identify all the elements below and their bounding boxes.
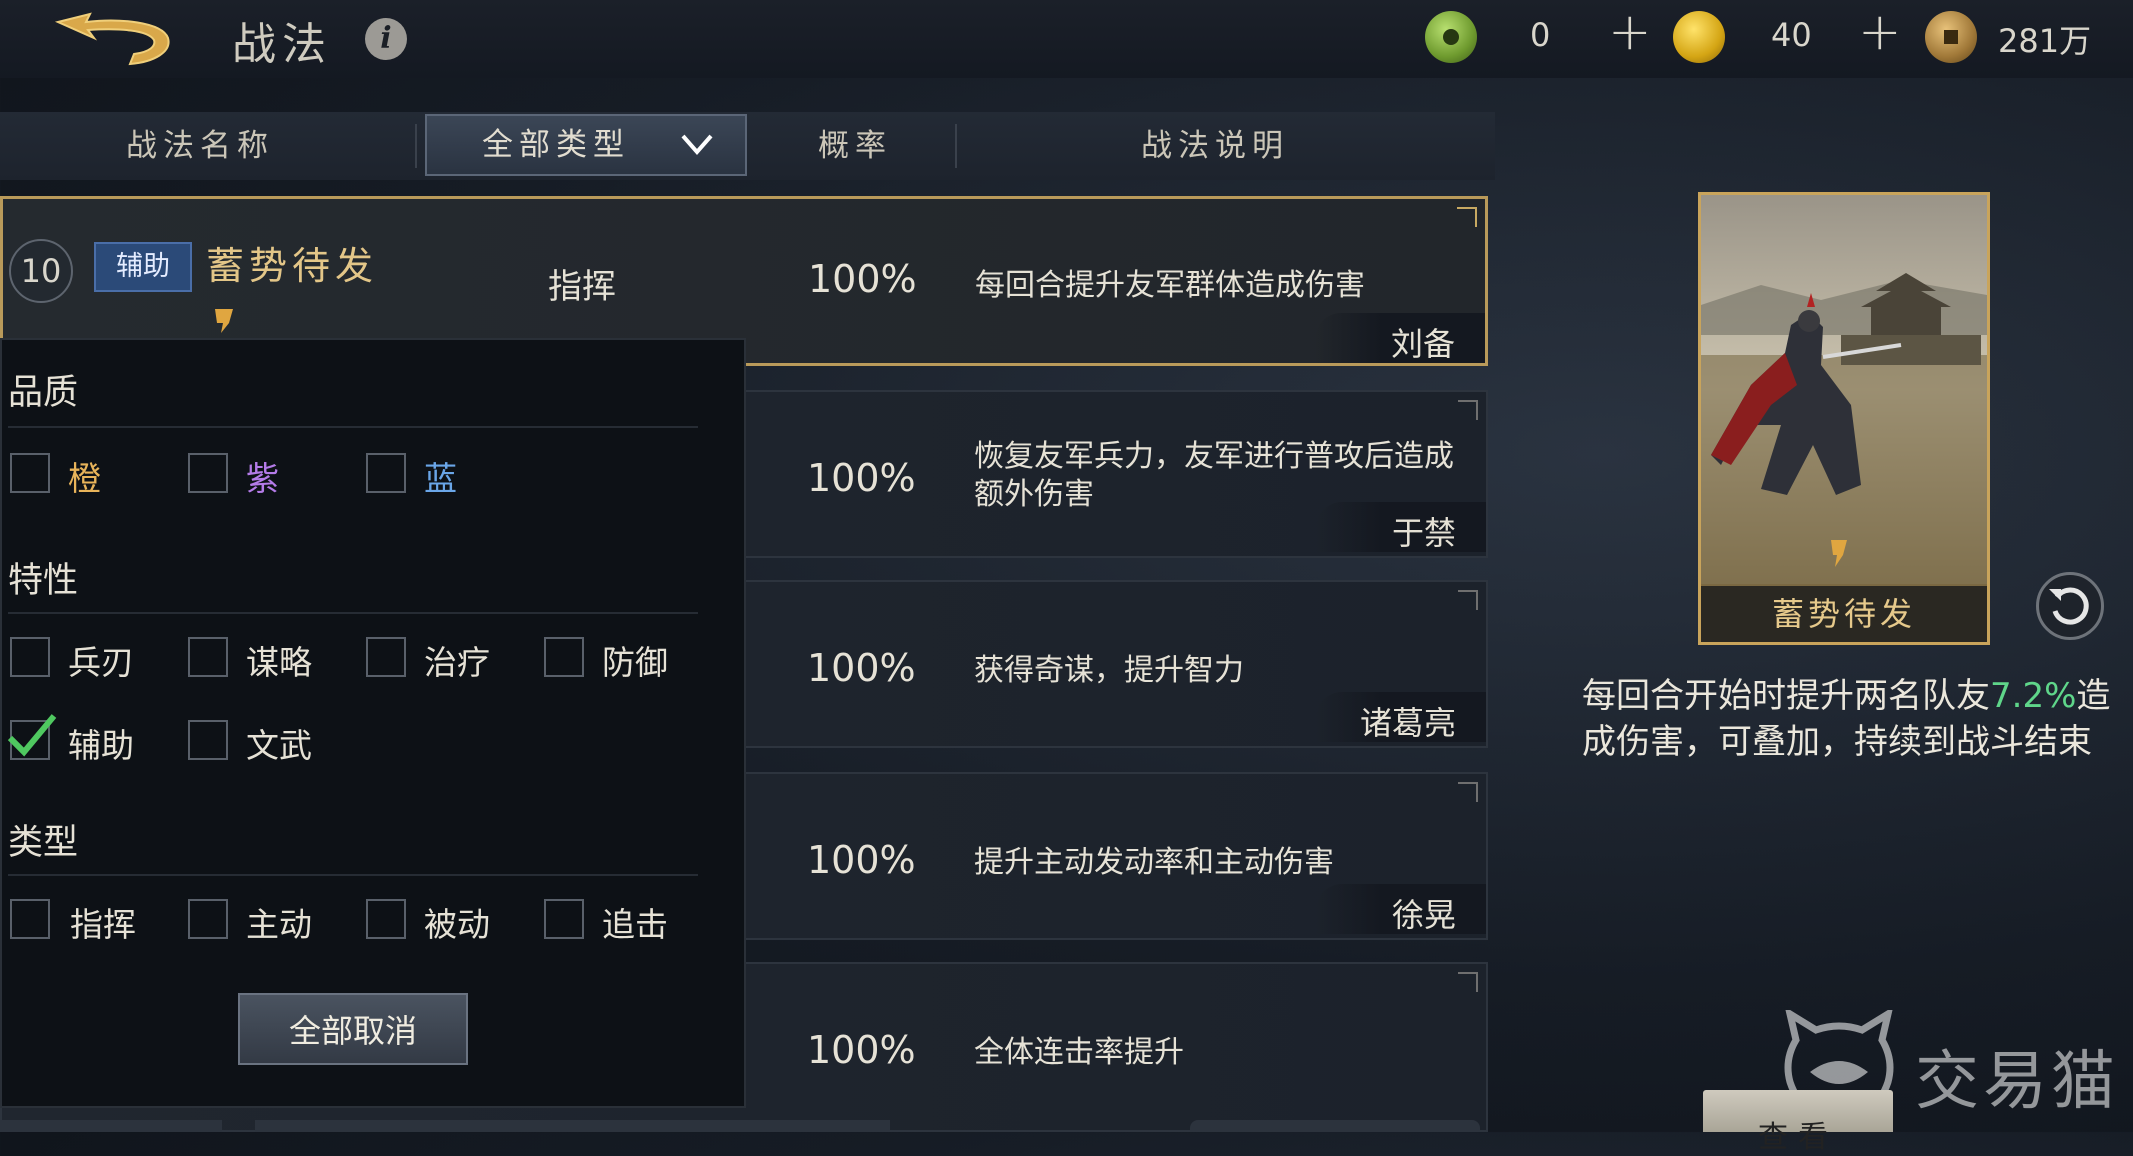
column-divider [415, 124, 417, 168]
type-pursuit-checkbox[interactable] [544, 899, 584, 939]
trait-section-title: 特性 [8, 561, 79, 601]
type-section-title: 类型 [8, 823, 79, 863]
trait-support-label: 辅助 [68, 726, 134, 765]
tactic-desc: 每回合提升友军群体造成伤害 [975, 268, 1365, 303]
section-divider [8, 874, 698, 876]
level-badge: 10 [9, 239, 73, 303]
hero-name: 刘备 [1390, 325, 1455, 363]
tactic-card: 蓄势待发 [1698, 192, 1990, 645]
type-pursuit-label: 追击 [602, 905, 668, 944]
trait-civil-military-checkbox[interactable] [188, 720, 228, 760]
column-desc-header: 战法说明 [1141, 128, 1289, 164]
trait-defense-label: 防御 [602, 643, 668, 682]
add-jade-button[interactable]: + [1608, 6, 1652, 58]
checkmark-icon [7, 714, 57, 757]
bottom-action-label: 查看 [1758, 1120, 1838, 1155]
section-divider [8, 426, 698, 428]
column-rate-header[interactable]: 概率 [760, 112, 950, 180]
trait-blade-checkbox[interactable] [10, 637, 50, 677]
trait-strategy-label: 谋略 [246, 643, 312, 682]
refresh-icon [2049, 587, 2089, 625]
tactic-rate: 100% [807, 456, 916, 500]
gold-coin-value: 40 [1771, 16, 1812, 54]
tactic-rate: 100% [807, 1028, 916, 1072]
type-filter-dropdown[interactable]: 全部类型 [425, 114, 747, 176]
quality-purple-checkbox[interactable] [188, 453, 228, 493]
hero-name: 于禁 [1391, 514, 1456, 552]
trait-defense-checkbox[interactable] [544, 637, 584, 677]
trait-heal-label: 治疗 [424, 643, 490, 682]
column-name-header[interactable]: 战法名称 [0, 112, 400, 180]
corner-ornament [1458, 782, 1478, 802]
type-command-checkbox[interactable] [10, 899, 50, 939]
tactic-kind: 指挥 [548, 267, 616, 307]
quality-blue-label: 蓝 [424, 459, 457, 498]
origin-mark-icon [215, 309, 233, 333]
chevron-down-icon [681, 134, 713, 156]
bottom-action-button[interactable]: 查看 [1703, 1090, 1893, 1155]
bottom-bar-segment [0, 1120, 222, 1132]
quality-orange-checkbox[interactable] [10, 453, 50, 493]
tactic-desc: 提升主动发动率和主动伤害 [974, 845, 1334, 880]
hero-tag: 诸葛亮 [1316, 692, 1486, 742]
tactic-desc: 获得奇谋，提升智力 [974, 653, 1244, 688]
type-passive-label: 被动 [424, 905, 490, 944]
corner-ornament [1458, 400, 1478, 420]
refresh-button[interactable] [2036, 572, 2104, 640]
desc-text-pre: 每回合开始时提升两名队友 [1582, 676, 1990, 716]
tactic-detail-description: 每回合开始时提升两名队友7.2%造成伤害，可叠加，持续到战斗结束 [1582, 673, 2122, 765]
trait-blade-label: 兵刃 [68, 643, 134, 682]
role-badge: 辅助 [94, 242, 192, 292]
hero-name: 诸葛亮 [1359, 704, 1456, 742]
desc-percent: 7.2% [1990, 676, 2077, 716]
trait-heal-checkbox[interactable] [366, 637, 406, 677]
type-filter-label: 全部类型 [482, 127, 630, 163]
add-gold-button[interactable]: + [1858, 6, 1902, 58]
copper-coin-icon [1925, 11, 1977, 63]
hero-tag: 于禁 [1316, 502, 1486, 552]
section-divider [8, 612, 698, 614]
copper-coin-value: 281万 [1998, 22, 2092, 60]
quality-blue-checkbox[interactable] [366, 453, 406, 493]
gold-coin-icon [1673, 11, 1725, 63]
quality-orange-label: 橙 [68, 459, 101, 498]
clear-all-button[interactable]: 全部取消 [238, 993, 468, 1065]
info-icon[interactable]: i [365, 18, 407, 60]
quality-purple-label: 紫 [246, 459, 279, 498]
column-header-row: 战法名称 全部类型 概率 战法说明 [0, 112, 1495, 180]
tactic-rate: 100% [808, 257, 917, 301]
tactic-desc: 全体连击率提升 [974, 1035, 1184, 1070]
page-title: 战法 [232, 19, 332, 70]
jade-coin-value: 0 [1530, 16, 1551, 54]
back-arrow-icon[interactable] [50, 8, 185, 68]
bottom-bar-segment [1190, 1120, 1480, 1132]
tactic-name: 蓄势待发 [206, 244, 379, 288]
type-active-label: 主动 [246, 905, 312, 944]
type-active-checkbox[interactable] [188, 899, 228, 939]
type-command-label: 指挥 [70, 905, 136, 944]
type-passive-checkbox[interactable] [366, 899, 406, 939]
trait-strategy-checkbox[interactable] [188, 637, 228, 677]
column-divider [955, 124, 957, 168]
tactic-card-art [1701, 195, 1987, 585]
hero-tag: 刘备 [1315, 313, 1485, 363]
tactic-rate: 100% [807, 646, 916, 690]
corner-ornament [1458, 972, 1478, 992]
trait-civil-military-label: 文武 [246, 726, 312, 765]
hero-tag: 徐晃 [1316, 884, 1486, 934]
corner-ornament [1457, 207, 1477, 227]
hero-name: 徐晃 [1391, 896, 1456, 934]
watermark-text: 交易猫 [1915, 1045, 2119, 1119]
corner-ornament [1458, 590, 1478, 610]
quality-section-title: 品质 [8, 373, 79, 413]
jade-coin-icon [1425, 11, 1477, 63]
bottom-bar-segment [255, 1120, 890, 1132]
tactic-rate: 100% [807, 838, 916, 882]
tactic-card-name: 蓄势待发 [1701, 584, 1987, 642]
